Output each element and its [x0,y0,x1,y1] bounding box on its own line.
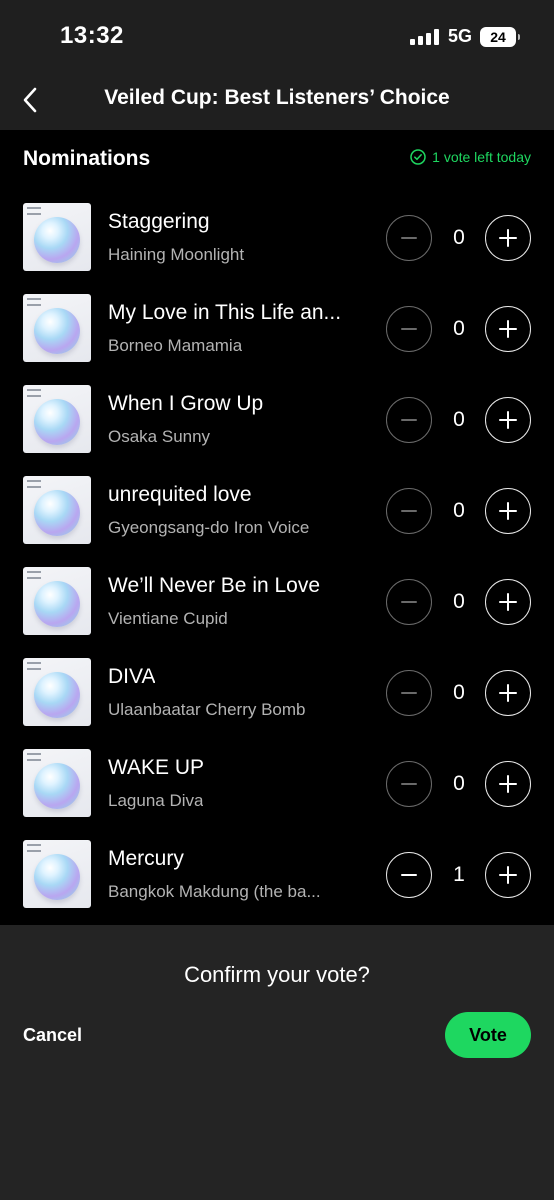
song-title: unrequited love [108,483,252,506]
vote-count: 0 [453,681,465,704]
plus-icon [499,775,517,793]
song-title: When I Grow Up [108,392,264,415]
artist-name: Laguna Diva [108,791,204,810]
decrement-button[interactable] [386,761,432,807]
nomination-row: We’ll Never Be in Love Vientiane Cupid 0 [0,557,554,648]
album-art [23,749,91,817]
battery-icon: 24 [480,26,520,47]
plus-icon [499,502,517,520]
increment-button[interactable] [485,670,531,716]
confirm-prompt: Confirm your vote? [184,962,370,987]
increment-button[interactable] [485,761,531,807]
vote-count: 0 [453,408,465,431]
nomination-row: Mercury Bangkok Makdung (the ba... 1 [0,830,554,921]
vote-count: 1 [453,863,465,886]
minus-icon [401,601,417,603]
artist-name: Bangkok Makdung (the ba... [108,882,321,901]
song-title: WAKE UP [108,756,205,779]
minus-icon [401,510,417,512]
nomination-row: My Love in This Life an... Borneo Mamamia… [0,284,554,375]
album-art [23,567,91,635]
nomination-row: DIVA Ulaanbaatar Cherry Bomb 0 [0,648,554,739]
song-title: My Love in This Life an... [108,301,342,324]
network-label: 5G [447,26,472,46]
nominations-heading: Nominations [23,147,151,170]
artist-name: Gyeongsang-do Iron Voice [108,518,310,537]
status-time: 13:32 [60,22,124,49]
decrement-button[interactable] [386,215,432,261]
vote-button[interactable]: Vote [445,1012,531,1058]
album-art [23,385,91,453]
nomination-row: When I Grow Up Osaka Sunny 0 [0,375,554,466]
artist-name: Ulaanbaatar Cherry Bomb [108,700,306,719]
plus-icon [499,411,517,429]
album-art [23,294,91,362]
increment-button[interactable] [485,306,531,352]
vote-count: 0 [453,499,465,522]
confirm-sheet: Confirm your vote? Cancel Vote [0,925,554,1200]
album-art [23,476,91,544]
page-title: Veiled Cup: Best Listeners’ Choice [104,86,450,109]
check-circle-icon [410,149,426,165]
decrement-button[interactable] [386,852,432,898]
increment-button[interactable] [485,397,531,443]
song-title: Staggering [108,210,210,233]
plus-icon [499,229,517,247]
decrement-button[interactable] [386,306,432,352]
artist-name: Borneo Mamamia [108,336,243,355]
artist-name: Osaka Sunny [108,427,211,446]
song-title: DIVA [108,665,156,688]
decrement-button[interactable] [386,488,432,534]
plus-icon [499,593,517,611]
increment-button[interactable] [485,488,531,534]
nomination-row: unrequited love Gyeongsang-do Iron Voice 0 [0,466,554,557]
increment-button[interactable] [485,852,531,898]
decrement-button[interactable] [386,397,432,443]
album-art [23,658,91,726]
minus-icon [401,783,417,785]
vote-count: 0 [453,226,465,249]
minus-icon [401,237,417,239]
increment-button[interactable] [485,215,531,261]
album-art [23,840,91,908]
status-icons: 5G 24 [409,26,520,47]
vote-count: 0 [453,317,465,340]
top-bar: 13:32 5G 24 Veiled Cup: Best Listeners’ … [0,0,554,130]
vote-count: 0 [453,590,465,613]
increment-button[interactable] [485,579,531,625]
vote-count: 0 [453,772,465,795]
signal-icon [409,28,440,45]
decrement-button[interactable] [386,670,432,716]
minus-icon [401,328,417,330]
artist-name: Haining Moonlight [108,245,245,264]
album-art [23,203,91,271]
votes-left-text: 1 vote left today [432,149,531,165]
minus-icon [401,419,417,421]
decrement-button[interactable] [386,579,432,625]
nomination-row: Staggering Haining Moonlight 0 [0,193,554,284]
plus-icon [499,320,517,338]
cancel-button[interactable]: Cancel [23,1025,82,1046]
artist-name: Vientiane Cupid [108,609,228,628]
minus-icon [401,874,417,876]
song-title: We’ll Never Be in Love [108,574,321,597]
plus-icon [499,684,517,702]
nomination-row: WAKE UP Laguna Diva 0 [0,739,554,830]
votes-left-indicator: 1 vote left today [410,149,531,165]
minus-icon [401,692,417,694]
song-title: Mercury [108,847,184,870]
plus-icon [499,866,517,884]
